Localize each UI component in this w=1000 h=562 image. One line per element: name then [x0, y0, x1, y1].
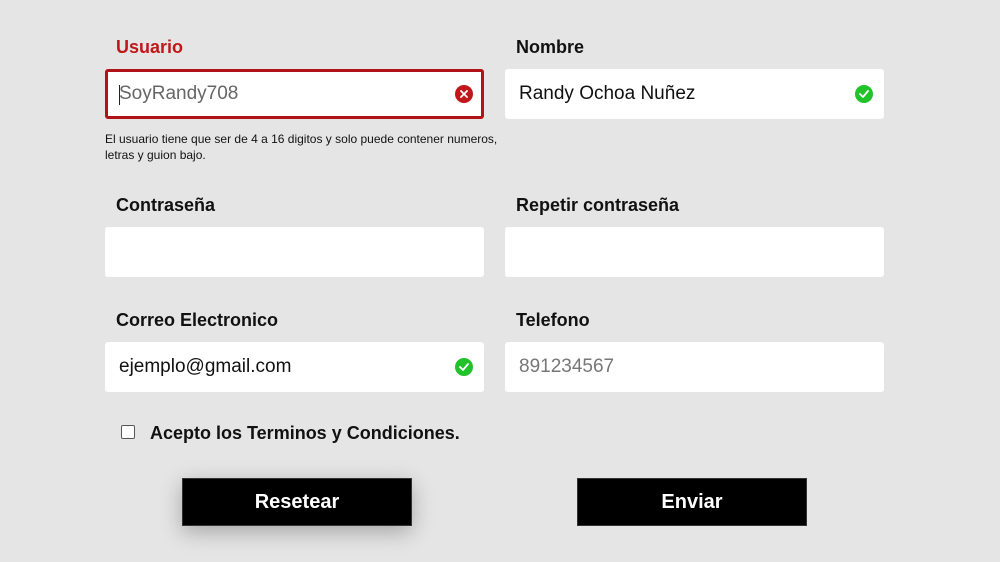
usuario-input[interactable]: [108, 72, 481, 116]
registration-form: Usuario El usuario tiene que ser de 4 a …: [0, 0, 1000, 562]
reset-button[interactable]: Resetear: [182, 478, 412, 526]
usuario-helper-text: El usuario tiene que ser de 4 a 16 digit…: [105, 132, 498, 162]
text-caret: [119, 85, 120, 105]
correo-input[interactable]: [105, 342, 484, 392]
repetir-contrasena-field-container: [505, 227, 884, 277]
valid-check-icon: [455, 358, 473, 376]
usuario-field-container: [105, 69, 484, 119]
valid-check-icon: [855, 85, 873, 103]
error-x-icon: [455, 85, 473, 103]
nombre-label: Nombre: [516, 37, 585, 57]
nombre-input[interactable]: [505, 69, 884, 119]
terms-checkbox[interactable]: [121, 425, 135, 439]
correo-field-container: [105, 342, 484, 392]
telefono-field-container: [505, 342, 884, 392]
contrasena-label: Contraseña: [116, 195, 216, 215]
correo-label: Correo Electronico: [116, 310, 279, 330]
terms-label[interactable]: Acepto los Terminos y Condiciones.: [150, 423, 460, 444]
contrasena-input[interactable]: [105, 227, 484, 277]
terms-checkbox-wrapper: [121, 425, 135, 439]
submit-button[interactable]: Enviar: [577, 478, 807, 526]
contrasena-field-container: [105, 227, 484, 277]
telefono-label: Telefono: [516, 310, 590, 330]
nombre-field-container: [505, 69, 884, 119]
repetir-contrasena-label: Repetir contraseña: [516, 195, 680, 215]
usuario-label: Usuario: [116, 37, 184, 57]
telefono-input[interactable]: [505, 342, 884, 392]
repetir-contrasena-input[interactable]: [505, 227, 884, 277]
